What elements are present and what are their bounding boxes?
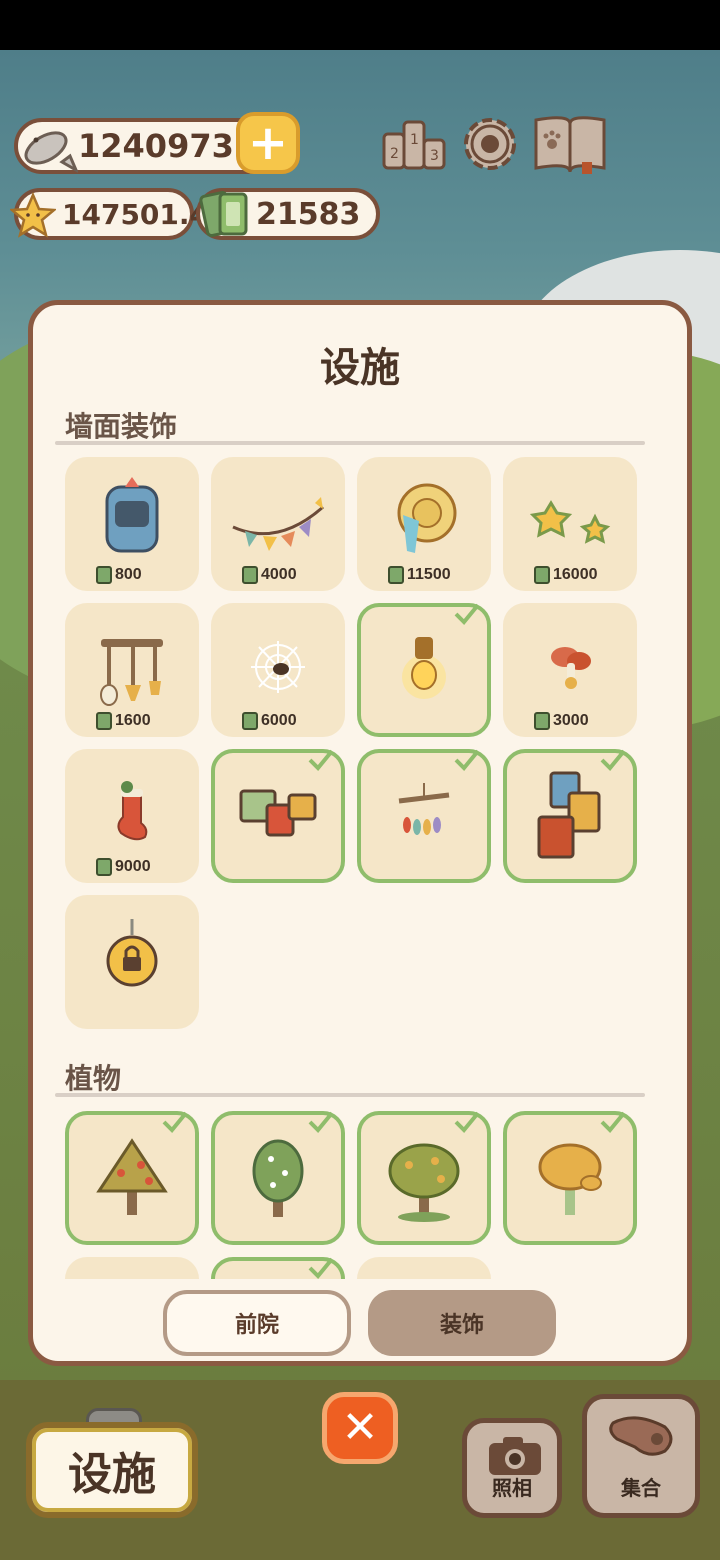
ticket-icon xyxy=(242,566,258,584)
section-divider xyxy=(55,1093,645,1097)
gather-button-label: 集合 xyxy=(621,1476,661,1500)
svg-text:3: 3 xyxy=(430,148,439,164)
item-price: 800 xyxy=(95,565,142,585)
item-card[interactable]: 11500 xyxy=(357,457,491,591)
item-price: 4000 xyxy=(241,565,297,585)
item-card[interactable]: 1600 xyxy=(65,603,199,737)
svg-text:2: 2 xyxy=(390,146,399,162)
fish-count: 12409735 xyxy=(78,127,257,165)
check-icon xyxy=(308,1257,334,1279)
item-price: 6000 xyxy=(241,711,297,731)
paw-book-icon[interactable] xyxy=(530,112,610,176)
item-card[interactable] xyxy=(65,1111,199,1245)
item-card[interactable] xyxy=(357,1111,491,1245)
check-icon xyxy=(454,749,480,771)
gather-button[interactable]: 集合 xyxy=(582,1394,700,1518)
facility-button[interactable]: 设施 xyxy=(26,1422,198,1518)
item-card[interactable]: 9000 xyxy=(65,749,199,883)
add-fish-button[interactable]: + xyxy=(236,112,300,174)
item-card[interactable] xyxy=(211,749,345,883)
item-card[interactable]: 16000 xyxy=(503,457,637,591)
item-card[interactable] xyxy=(211,1257,345,1279)
check-icon xyxy=(454,1111,480,1133)
item-card[interactable] xyxy=(357,1257,491,1279)
section-divider xyxy=(55,441,645,445)
check-icon xyxy=(308,749,334,771)
ticket-count: 21583 xyxy=(256,196,361,232)
star-icon xyxy=(10,192,56,238)
item-card[interactable] xyxy=(211,1111,345,1245)
check-icon xyxy=(600,1111,626,1133)
ticket-icon xyxy=(388,566,404,584)
item-card[interactable]: 3000 xyxy=(503,603,637,737)
item-price: 1600 xyxy=(95,711,151,731)
item-card[interactable] xyxy=(503,749,637,883)
facility-panel: 设施 墙面装饰 800 4000 11500 16000 1600 6000 3… xyxy=(28,300,692,1366)
section-label-plants: 植物 xyxy=(65,1062,122,1095)
locked-padlock-icon xyxy=(106,919,158,987)
photo-button-label: 照相 xyxy=(492,1476,532,1500)
item-card[interactable]: 6000 xyxy=(211,603,345,737)
whistle-icon xyxy=(609,1416,673,1456)
section-label-wall-decor: 墙面装饰 xyxy=(65,410,178,443)
ticket-icon xyxy=(199,190,248,238)
item-card[interactable]: 4000 xyxy=(211,457,345,591)
leaderboard-icon[interactable]: 2 1 3 xyxy=(380,112,448,176)
facility-button-label: 设施 xyxy=(68,1449,156,1500)
check-icon xyxy=(600,749,626,771)
close-icon: ✕ xyxy=(341,1402,379,1453)
item-card[interactable] xyxy=(65,1257,199,1279)
item-card-locked[interactable] xyxy=(65,895,199,1029)
item-price: 3000 xyxy=(533,711,589,731)
ticket-icon xyxy=(534,712,550,730)
check-icon xyxy=(308,1111,334,1133)
check-icon xyxy=(454,603,480,625)
panel-scroll-area[interactable]: 墙面装饰 800 4000 11500 16000 1600 6000 3000… xyxy=(33,305,687,1279)
ticket-icon xyxy=(242,712,258,730)
tab-front-yard[interactable]: 前院 xyxy=(163,1290,351,1356)
close-button[interactable]: ✕ xyxy=(322,1392,398,1464)
fish-icon xyxy=(24,131,78,173)
photo-button[interactable]: 照相 xyxy=(462,1418,562,1518)
ticket-icon xyxy=(96,858,112,876)
item-card[interactable] xyxy=(357,749,491,883)
check-icon xyxy=(162,1111,188,1133)
ticket-icon xyxy=(96,712,112,730)
star-count: 147501.4 xyxy=(62,197,210,231)
item-card[interactable]: 800 xyxy=(65,457,199,591)
settings-gear-icon[interactable] xyxy=(456,112,524,176)
svg-text:1: 1 xyxy=(410,132,419,148)
plus-icon: + xyxy=(247,115,289,171)
item-price: 9000 xyxy=(95,857,151,877)
item-card[interactable] xyxy=(503,1111,637,1245)
tab-decoration[interactable]: 装饰 xyxy=(368,1290,556,1356)
item-price: 16000 xyxy=(533,565,598,585)
item-price: 11500 xyxy=(387,565,451,585)
ticket-icon xyxy=(534,566,550,584)
item-card[interactable] xyxy=(357,603,491,737)
ticket-icon xyxy=(96,566,112,584)
